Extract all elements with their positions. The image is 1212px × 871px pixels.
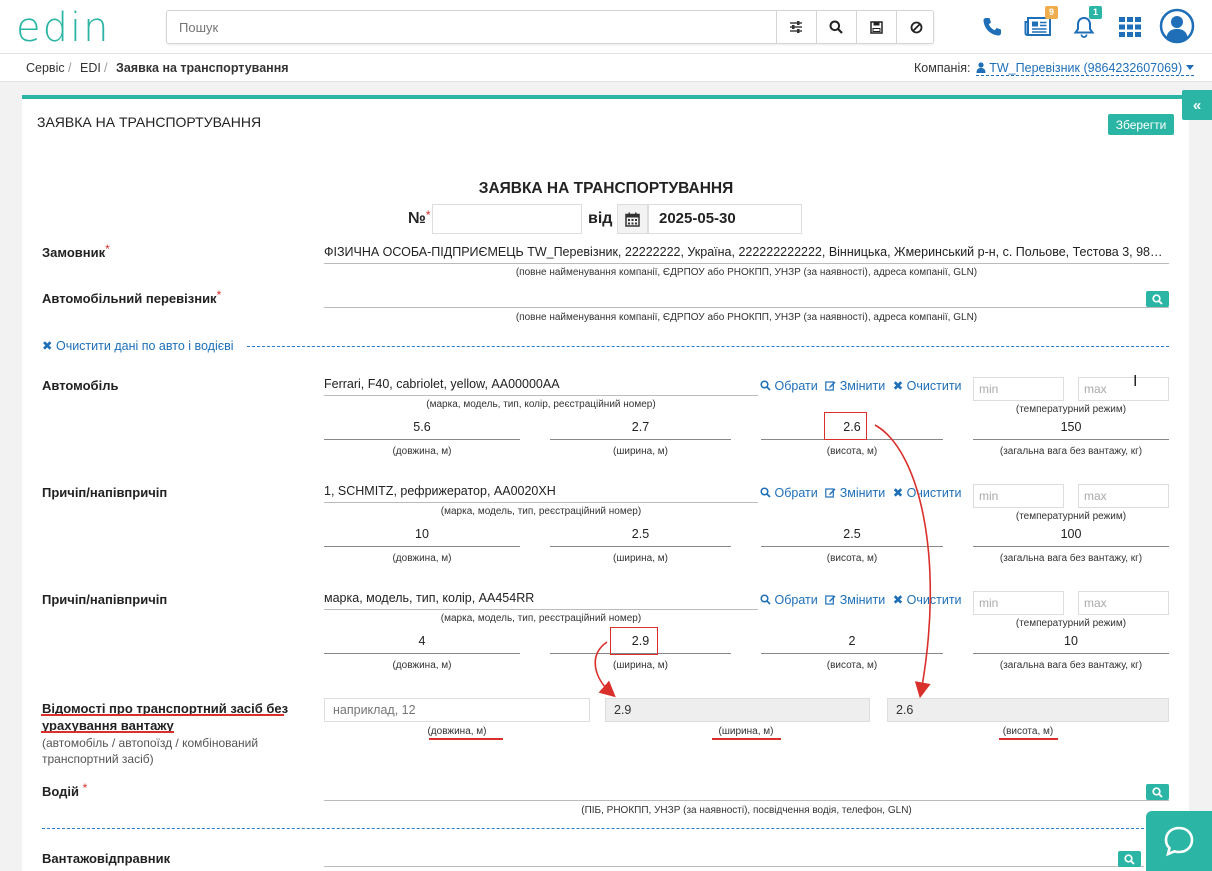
arrow-height	[874, 424, 932, 699]
text-cursor-icon: I	[1133, 373, 1138, 390]
arrow-width	[594, 641, 616, 698]
chat-bubble-icon	[1164, 826, 1194, 857]
annotation-arrows	[594, 424, 932, 699]
chat-button[interactable]	[1146, 811, 1212, 871]
